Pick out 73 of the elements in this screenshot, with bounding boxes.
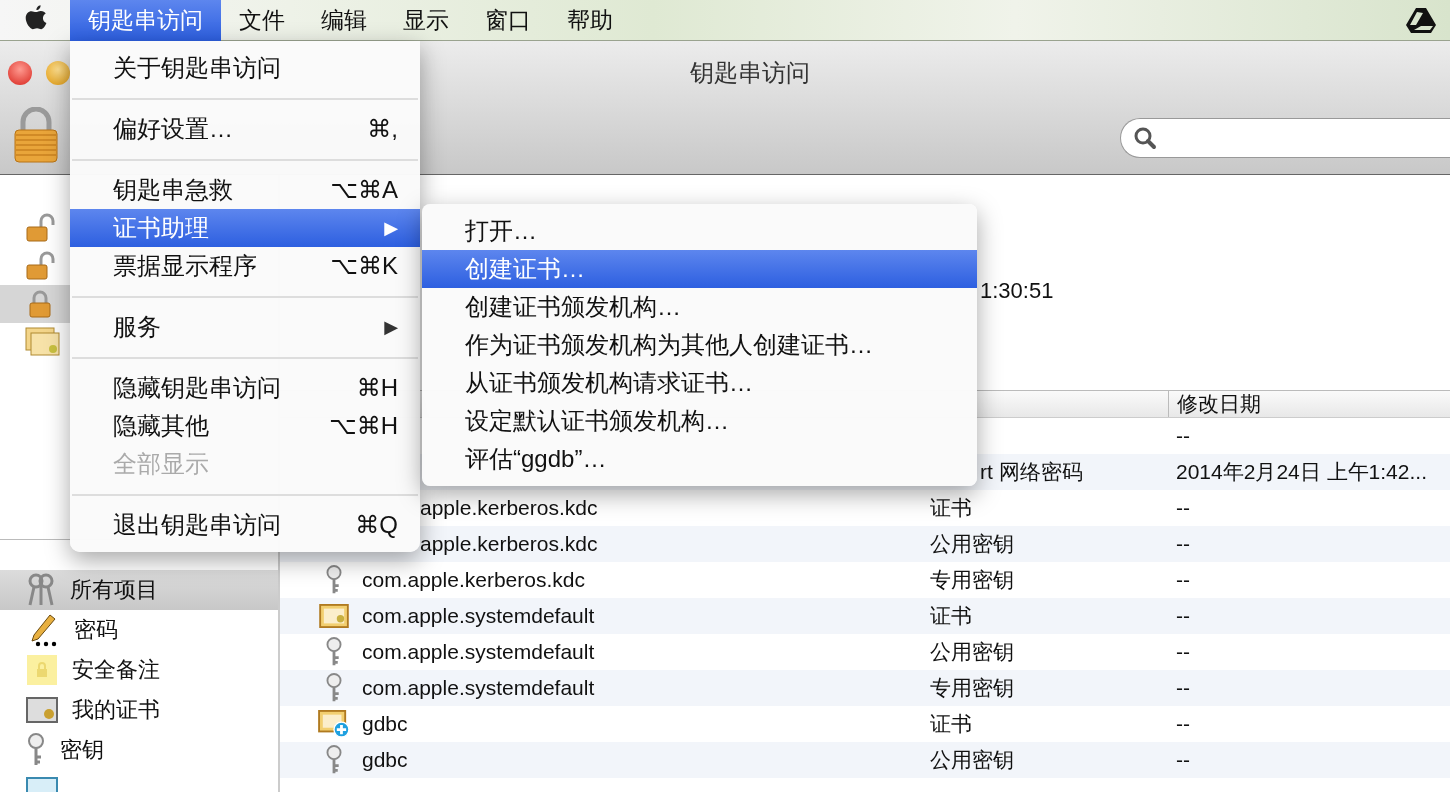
column-header[interactable]: 修改日期 — [1168, 391, 1261, 417]
table-cell: com.apple.kerberos.kdc — [362, 568, 585, 592]
table-cell: -- — [1176, 676, 1190, 699]
keys-icon — [26, 573, 56, 607]
menu-item[interactable]: 打开… — [422, 212, 977, 250]
menu-item[interactable]: 证书助理 ▶ — [70, 209, 420, 247]
category-item[interactable]: 密码 — [0, 610, 278, 650]
table-cell: com.apple.systemdefault — [362, 640, 595, 664]
menu-item[interactable]: 设定默认证书颁发机构… — [422, 402, 977, 440]
table-cell: -- — [1176, 604, 1190, 627]
table-cell: -- — [1176, 424, 1190, 447]
table-cell: -- — [1176, 640, 1190, 663]
menu-bar-item[interactable]: 编辑 — [303, 0, 385, 41]
table-cell: 专用密钥 — [930, 568, 1014, 591]
table-cell: com.apple.systemdefault — [362, 676, 595, 700]
table-cell: com.apple.systemdefault — [362, 604, 595, 628]
menu-bar-item[interactable]: 帮助 — [549, 0, 631, 41]
menu-item[interactable]: 退出钥匙串访问 ⌘Q — [70, 506, 420, 544]
table-cell: -- — [1176, 712, 1190, 735]
category-item[interactable]: 安全备注 — [0, 650, 278, 690]
unlocked-padlock-icon — [25, 213, 55, 243]
table-cell: -- — [1176, 748, 1190, 771]
table-cell: 公用密钥 — [930, 640, 1014, 663]
table-cell: gdbc — [362, 748, 408, 772]
menu-item[interactable]: 偏好设置… ⌘, — [70, 110, 420, 148]
table-cell: -- — [1176, 496, 1190, 519]
menu-bar-item[interactable]: 显示 — [385, 0, 467, 41]
menu-item[interactable]: 隐藏其他 ⌥⌘H — [70, 407, 420, 445]
padlock-icon[interactable] — [13, 107, 59, 163]
triangle-icon[interactable] — [1406, 7, 1436, 33]
note-icon — [26, 654, 58, 686]
table-cell: rt 网络密码 — [980, 460, 1083, 483]
table-cell: 公用密钥 — [930, 748, 1014, 771]
category-item[interactable]: 密钥 — [0, 730, 278, 770]
table-cell: -- — [1176, 568, 1190, 591]
menu-item[interactable]: 从证书颁发机构请求证书… — [422, 364, 977, 402]
table-cell: 专用密钥 — [930, 676, 1014, 699]
certificate-add-icon — [318, 710, 350, 738]
menu-bar-item[interactable]: 钥匙串访问 — [70, 0, 221, 41]
menu-item[interactable]: 隐藏钥匙串访问 ⌘H — [70, 369, 420, 407]
date-text: 1:30:51 — [980, 278, 1054, 303]
key-icon — [26, 733, 46, 767]
certificate-icon — [318, 604, 350, 628]
menu-item[interactable]: 钥匙串急救 ⌥⌘A — [70, 171, 420, 209]
unlocked-padlock-icon — [25, 251, 55, 281]
table-cell: 证书 — [930, 712, 972, 735]
menu-item[interactable]: 服务 ▶ — [70, 308, 420, 346]
certificates-icon — [25, 327, 61, 357]
menu-item[interactable]: 关于钥匙串访问 — [70, 49, 420, 87]
table-cell: apple.kerberos.kdc — [420, 496, 598, 520]
menu-item[interactable]: 评估“ggdb”… — [422, 440, 977, 478]
minimize-button[interactable] — [46, 61, 70, 85]
table-cell: 公用密钥 — [930, 532, 1014, 555]
search-field[interactable] — [1120, 118, 1450, 158]
table-cell: 2014年2月24日 上午1:42... — [1176, 460, 1427, 483]
table-cell: apple.kerberos.kdc — [420, 532, 598, 556]
menu-bar-item[interactable]: 文件 — [221, 0, 303, 41]
table-cell: 证书 — [930, 604, 972, 627]
category-item[interactable]: 我的证书 — [0, 690, 278, 730]
keychain-item[interactable] — [0, 285, 70, 323]
certificate-icon — [26, 697, 58, 723]
menu-item[interactable]: 作为证书颁发机构为其他人创建证书… — [422, 326, 977, 364]
close-button[interactable] — [8, 61, 32, 85]
menu-item[interactable]: 票据显示程序 ⌥⌘K — [70, 247, 420, 285]
table-cell: -- — [1176, 532, 1190, 555]
category-item[interactable]: 所有项目 — [0, 570, 278, 610]
window-title: 钥匙串访问 — [690, 58, 810, 88]
menu-item[interactable]: 创建证书颁发机构… — [422, 288, 977, 326]
table-cell: 证书 — [930, 496, 972, 519]
search-icon — [1133, 126, 1157, 150]
table-cell: gdbc — [362, 712, 408, 736]
menu-item[interactable]: 创建证书… — [422, 250, 977, 288]
menu-bar-item[interactable]: 窗口 — [467, 0, 549, 41]
